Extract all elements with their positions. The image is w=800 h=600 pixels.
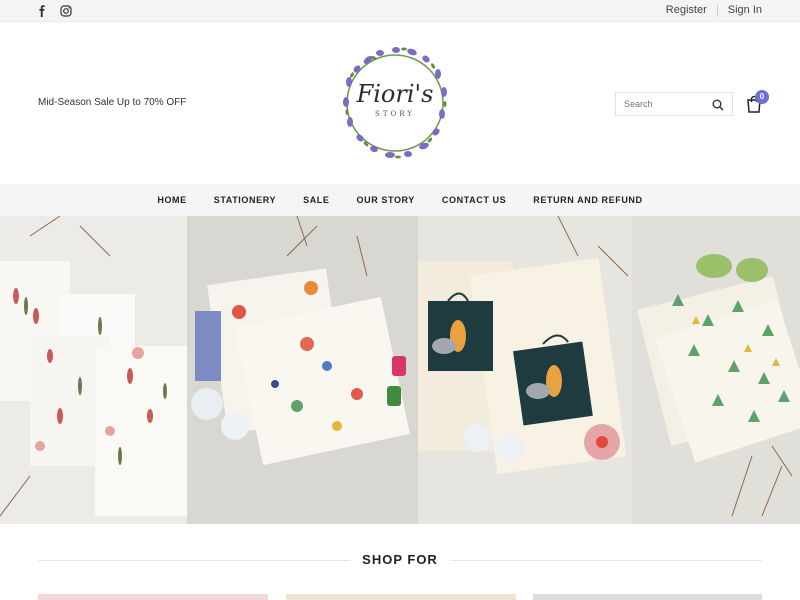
main-nav: HOME STATIONERY SALE OUR STORY CONTACT U… — [0, 184, 800, 216]
search-input[interactable] — [616, 93, 710, 115]
party-hat-cards-photo[interactable] — [632, 216, 800, 524]
giraffe-gift-cards-photo[interactable] — [418, 216, 632, 524]
nav-sale[interactable]: SALE — [303, 195, 329, 205]
divider — [716, 5, 718, 17]
logo-subtitle: STORY — [375, 110, 415, 118]
instagram-icon[interactable] — [60, 4, 72, 17]
category-card[interactable] — [533, 594, 762, 600]
facebook-icon[interactable] — [36, 4, 48, 17]
register-link[interactable]: Register — [666, 4, 707, 17]
nav-home[interactable]: HOME — [157, 195, 186, 205]
floral-stickers-photo[interactable] — [0, 216, 187, 524]
nav-return-refund[interactable]: RETURN AND REFUND — [533, 195, 642, 205]
social-links — [36, 4, 72, 17]
nav-our-story[interactable]: OUR STORY — [357, 195, 415, 205]
search-box — [615, 92, 733, 116]
sign-in-link[interactable]: Sign In — [728, 4, 762, 17]
top-bar: Register Sign In — [0, 0, 800, 22]
nav-contact-us[interactable]: CONTACT US — [442, 195, 506, 205]
site-header: Mid-Season Sale Up to 70% OFF Fiori's ST… — [0, 22, 800, 184]
logo-wordmark: Fiori's — [356, 80, 434, 108]
cart-count-badge: 0 — [755, 90, 769, 104]
search-icon[interactable] — [712, 98, 724, 111]
nav-stationery[interactable]: STATIONERY — [214, 195, 276, 205]
account-links: Register Sign In — [666, 4, 762, 17]
promo-text[interactable]: Mid-Season Sale Up to 70% OFF — [38, 97, 186, 108]
logo[interactable]: Fiori's STORY — [330, 36, 460, 171]
category-card[interactable] — [38, 594, 268, 600]
birthday-cards-planets-photo[interactable] — [187, 216, 418, 524]
hero-banner — [0, 216, 800, 524]
divider — [450, 560, 762, 561]
shop-for-section: SHOP FOR — [38, 548, 762, 572]
category-card[interactable] — [286, 594, 516, 600]
